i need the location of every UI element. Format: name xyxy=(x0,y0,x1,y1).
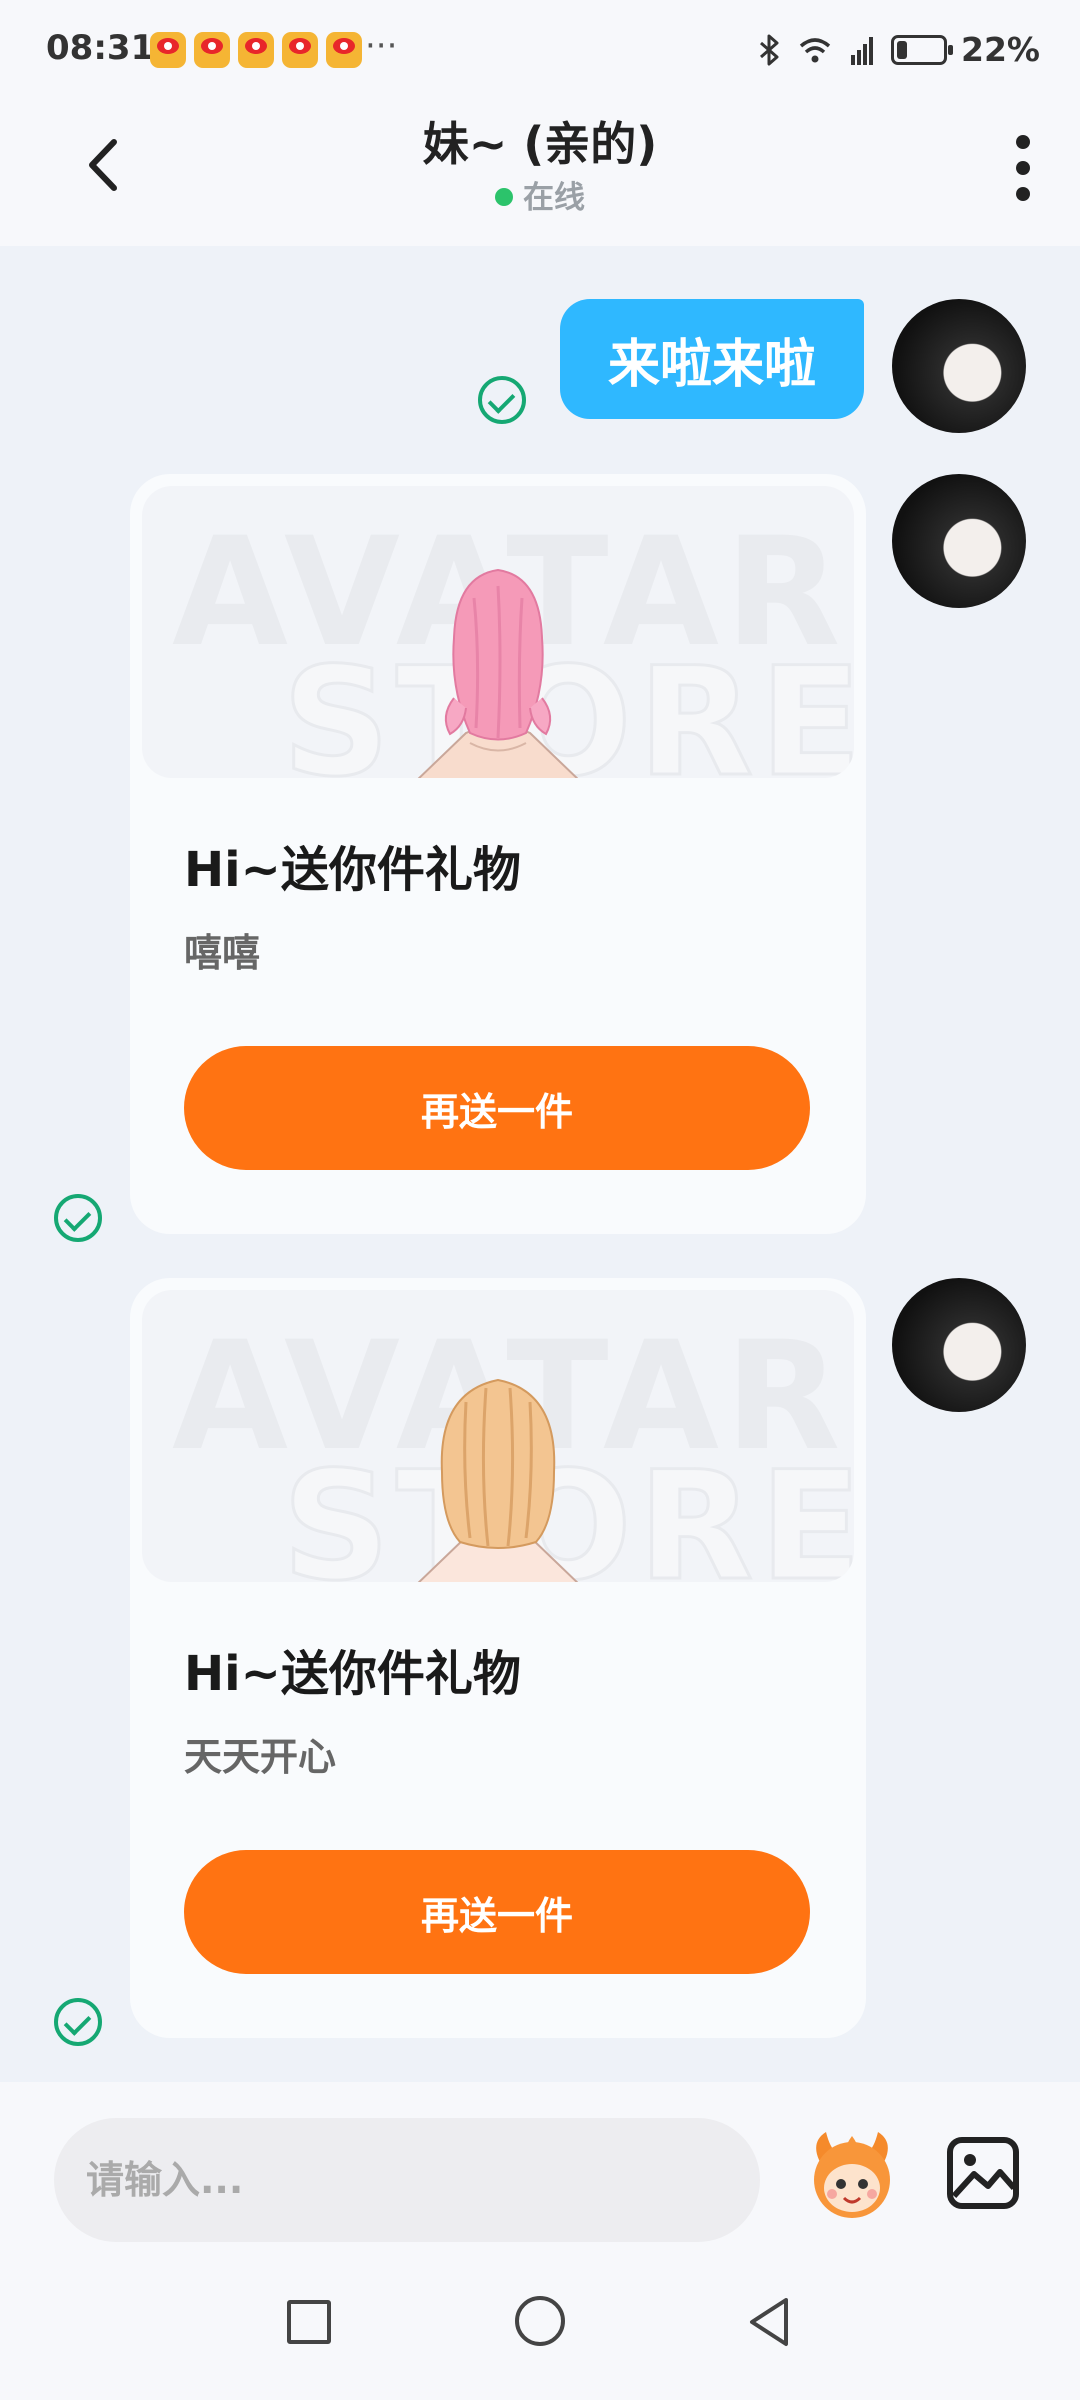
more-notifications-indicator: ··· xyxy=(365,26,398,66)
gift-hair-item-image xyxy=(417,568,579,778)
gift-hair-item-image xyxy=(417,1378,579,1582)
weibo-icon xyxy=(194,32,230,68)
send-again-button[interactable]: 再送一件 xyxy=(184,1850,810,1974)
notification-icons xyxy=(150,32,362,68)
online-dot-icon xyxy=(495,188,513,206)
gift-title: Hi~送你件礼物 xyxy=(184,1646,521,1702)
more-menu-button[interactable] xyxy=(988,128,1058,208)
contact-name: 妹~ (亲的) xyxy=(422,117,658,171)
gift-message: 嘻嘻 xyxy=(184,931,261,975)
presence-status: 在线 xyxy=(0,172,1080,217)
gift-banner: AVATAR STORE xyxy=(142,1290,854,1582)
gift-title: Hi~送你件礼物 xyxy=(184,842,521,898)
wifi-icon xyxy=(799,37,831,62)
sent-check-icon xyxy=(54,1998,102,2046)
send-again-button[interactable]: 再送一件 xyxy=(184,1046,810,1170)
system-nav-bar xyxy=(0,2262,1080,2400)
weibo-icon xyxy=(282,32,318,68)
avatar[interactable] xyxy=(892,474,1026,608)
battery-icon xyxy=(891,34,953,65)
cellular-signal-icon xyxy=(851,36,873,65)
sent-check-icon xyxy=(54,1194,102,1242)
recents-square-icon[interactable] xyxy=(287,2300,331,2344)
gift-card[interactable]: AVATAR STORE Hi~送你件礼物 天天开心 再送一件 xyxy=(130,1278,866,2038)
battery-level xyxy=(897,40,907,59)
avatar[interactable] xyxy=(892,1278,1026,1412)
mascot-sticker-icon[interactable] xyxy=(800,2122,904,2226)
more-vertical-icon xyxy=(1016,135,1030,201)
chat-messages[interactable]: 来啦来啦 AVATAR STORE Hi~送你件礼物 嘻嘻 再送一件 AVATA… xyxy=(0,246,1080,2082)
bluetooth-icon xyxy=(760,34,779,65)
status-right: 22% xyxy=(753,30,1040,69)
gift-card[interactable]: AVATAR STORE Hi~送你件礼物 嘻嘻 再送一件 xyxy=(130,474,866,1234)
sent-check-icon xyxy=(478,376,526,424)
input-bar xyxy=(0,2082,1080,2262)
message-text: 来啦来啦 xyxy=(607,334,816,395)
status-time: 08:31 xyxy=(46,28,155,68)
gift-banner: AVATAR STORE xyxy=(142,486,854,778)
avatar[interactable] xyxy=(892,299,1026,433)
gift-message: 天天开心 xyxy=(184,1735,337,1779)
home-circle-icon[interactable] xyxy=(515,2296,565,2346)
weibo-icon xyxy=(326,32,362,68)
chat-header: 妹~ (亲的) 在线 xyxy=(0,100,1080,246)
presence-label: 在线 xyxy=(523,180,585,216)
image-upload-button[interactable] xyxy=(944,2122,1022,2222)
battery-percent: 22% xyxy=(961,30,1040,69)
weibo-icon xyxy=(238,32,274,68)
status-bar: 08:31 ··· 22% xyxy=(0,0,1080,100)
weibo-icon xyxy=(150,32,186,68)
message-bubble[interactable]: 来啦来啦 xyxy=(559,299,864,419)
back-triangle-icon[interactable] xyxy=(744,2294,794,2350)
message-input[interactable] xyxy=(54,2118,760,2242)
image-icon xyxy=(947,2137,1019,2209)
